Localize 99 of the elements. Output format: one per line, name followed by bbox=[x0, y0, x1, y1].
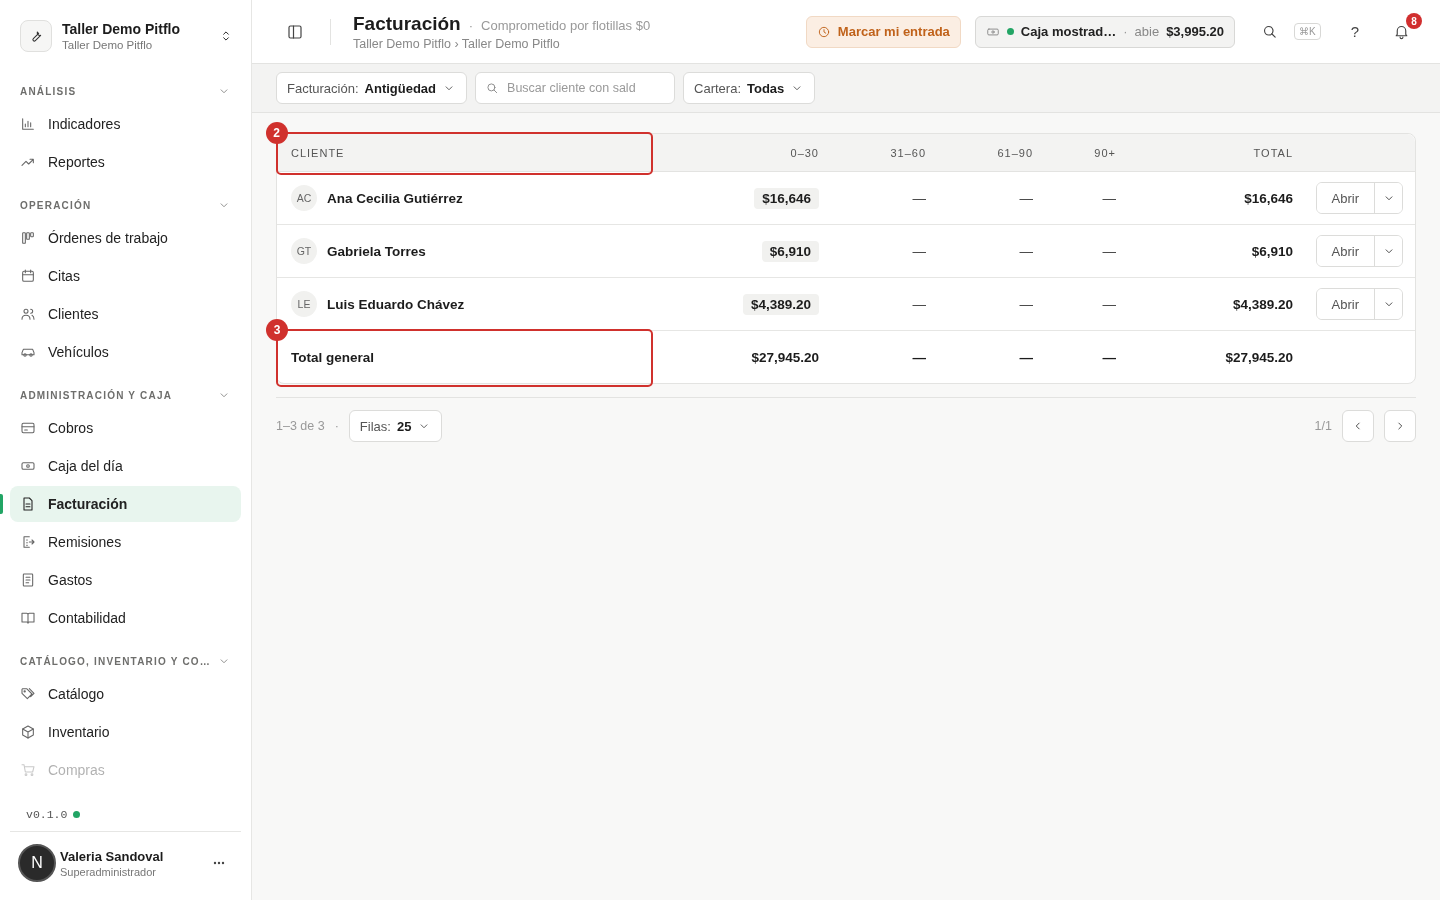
separator-dot: · bbox=[468, 17, 474, 33]
users-icon bbox=[20, 306, 36, 322]
tags-icon bbox=[20, 686, 36, 702]
calendar-icon bbox=[20, 268, 36, 284]
help-button[interactable]: ? bbox=[1344, 17, 1365, 46]
range-label: 1–3 de 3 bbox=[276, 419, 325, 433]
step-badge: 2 bbox=[266, 122, 288, 144]
table-cell: — bbox=[1019, 296, 1033, 312]
section-label: OPERACIÓN bbox=[20, 199, 92, 211]
nav-item[interactable]: Catálogo bbox=[10, 676, 241, 712]
workspace-subtitle: Taller Demo Pitflo bbox=[62, 39, 154, 51]
client-initials: AC bbox=[291, 185, 317, 211]
billing-select[interactable]: Facturación: Antigüedad bbox=[276, 72, 468, 104]
table-cell: $27,945.20 bbox=[751, 349, 819, 365]
open-button[interactable]: Abrir bbox=[1316, 183, 1375, 213]
user-role: Superadministrador bbox=[60, 865, 157, 878]
open-button[interactable]: Abrir bbox=[1316, 236, 1375, 266]
kanban-icon bbox=[20, 230, 36, 246]
table-cell: — bbox=[1102, 243, 1116, 259]
page-subtitle: Comprometido por flotillas $0 bbox=[481, 17, 651, 33]
nav-item[interactable]: Clientes bbox=[10, 296, 241, 332]
section-label: ANÁLISIS bbox=[20, 85, 77, 97]
client-initials: LE bbox=[291, 291, 317, 317]
nav-item[interactable]: Caja del día bbox=[10, 448, 241, 484]
amount-pill: $4,389.20 bbox=[742, 293, 819, 315]
total-label: Total general bbox=[291, 349, 375, 365]
version-label: v0.1.0 bbox=[26, 808, 68, 821]
table-cell: — bbox=[912, 190, 926, 206]
user-name: Valeria Sandoval bbox=[60, 848, 165, 864]
table-cell: $16,646 bbox=[1244, 190, 1293, 206]
column-header: 90+ bbox=[1033, 134, 1116, 172]
receipt-icon bbox=[20, 572, 36, 588]
table-cell: — bbox=[1102, 349, 1116, 365]
notification-badge: 8 bbox=[1406, 13, 1422, 29]
shortcut-hint: ⌘K bbox=[1294, 23, 1321, 40]
column-header: TOTAL bbox=[1116, 134, 1293, 172]
portfolio-select[interactable]: Cartera: Todas bbox=[683, 72, 816, 104]
book-icon bbox=[20, 610, 36, 626]
clock-icon bbox=[816, 24, 831, 39]
search-field[interactable]: Buscar cliente con sald bbox=[475, 72, 676, 104]
client-name: Ana Cecilia Gutiérrez bbox=[327, 190, 463, 206]
nav-item[interactable]: Contabilidad bbox=[10, 600, 241, 636]
document-icon bbox=[20, 496, 36, 512]
next-button[interactable] bbox=[1384, 410, 1416, 442]
search-icon bbox=[485, 81, 500, 95]
page-title: Facturación bbox=[353, 12, 461, 35]
table-cell: $4,389.20 bbox=[1232, 296, 1293, 312]
active-indicator bbox=[0, 494, 3, 514]
column-header: 0–30 bbox=[652, 134, 819, 172]
step-badge: 3 bbox=[266, 319, 288, 341]
table-cell: — bbox=[1102, 190, 1116, 206]
table-cell: — bbox=[912, 349, 926, 365]
bar-chart-icon bbox=[20, 116, 36, 132]
nav-item[interactable]: Vehículos bbox=[10, 334, 241, 370]
nav-item[interactable]: Órdenes de trabajo bbox=[10, 220, 241, 256]
file-export-icon bbox=[20, 534, 36, 550]
breadcrumb: Taller Demo Pitflo › Taller Demo Pitflo bbox=[353, 36, 561, 51]
cash-register-button[interactable]: Caja mostrad… · abie $3,995.20 bbox=[974, 15, 1235, 48]
clock-in-button[interactable]: Marcar mi entrada bbox=[805, 15, 961, 48]
nav-item[interactable]: Citas bbox=[10, 258, 241, 294]
table-cell: $27,945.20 bbox=[1225, 349, 1293, 365]
sidebar-icon bbox=[286, 22, 304, 41]
open-button[interactable]: Abrir bbox=[1316, 289, 1375, 319]
section-label: ADMINISTRACIÓN Y CAJA bbox=[20, 389, 173, 401]
nav-item[interactable]: Reportes bbox=[10, 144, 241, 180]
table-cell: — bbox=[1019, 349, 1033, 365]
column-header: 31–60 bbox=[819, 134, 926, 172]
client-name: Luis Eduardo Chávez bbox=[327, 296, 465, 312]
table-cell: — bbox=[1102, 296, 1116, 312]
rows-select[interactable]: Filas: 25 bbox=[348, 410, 443, 442]
nav-item[interactable]: Facturación bbox=[10, 486, 241, 522]
amount-pill: $16,646 bbox=[754, 187, 819, 209]
nav-item[interactable]: Indicadores bbox=[10, 106, 241, 142]
nav-item[interactable]: Gastos bbox=[10, 562, 241, 598]
table-cell: — bbox=[912, 243, 926, 259]
page-indicator: 1/1 bbox=[1314, 419, 1332, 433]
table-cell: — bbox=[912, 296, 926, 312]
nav-item[interactable]: Remisiones bbox=[10, 524, 241, 560]
search-icon bbox=[1261, 23, 1278, 40]
section-label: CATÁLOGO, INVENTARIO Y CO… bbox=[20, 655, 212, 667]
status-dot bbox=[1006, 28, 1014, 35]
separator-dot: · bbox=[334, 419, 339, 433]
client-name: Gabriela Torres bbox=[327, 243, 426, 259]
table-cell: — bbox=[1019, 190, 1033, 206]
amount-pill: $6,910 bbox=[761, 240, 819, 262]
column-header: 61–90 bbox=[926, 134, 1033, 172]
credit-card-icon bbox=[20, 420, 36, 436]
user-avatar: N bbox=[18, 844, 56, 882]
bell-icon bbox=[1393, 23, 1410, 40]
table-cell: $6,910 bbox=[1251, 243, 1293, 259]
package-icon bbox=[20, 724, 36, 740]
workspace-name: Taller Demo Pitflo bbox=[62, 21, 181, 37]
nav-item[interactable]: Inventario bbox=[10, 714, 241, 750]
previous-button[interactable] bbox=[1342, 410, 1374, 442]
status-dot bbox=[73, 811, 81, 818]
cart-icon bbox=[20, 762, 36, 778]
client-initials: GT bbox=[291, 238, 317, 264]
table-cell: — bbox=[1019, 243, 1033, 259]
nav-item[interactable]: Cobros bbox=[10, 410, 241, 446]
